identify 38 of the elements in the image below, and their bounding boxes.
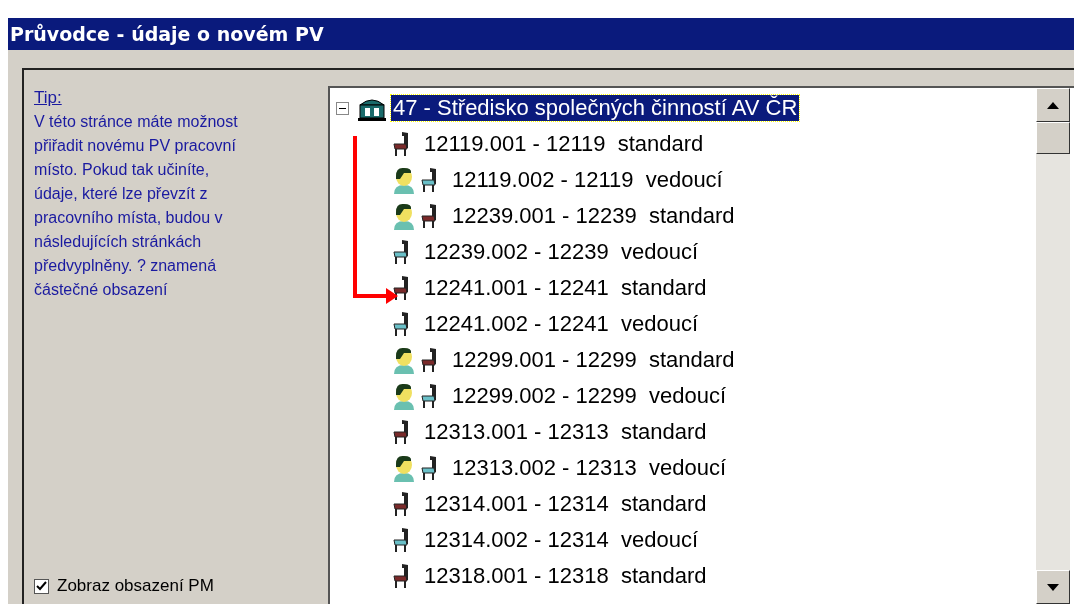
scroll-thumb[interactable] [1036,122,1070,154]
chair-icon [420,203,438,229]
tree-item[interactable]: 12119.001 - 12119 standard [422,131,706,157]
tree-item[interactable]: 12314.002 - 12314 vedoucí [422,527,700,553]
chair-icon [392,131,410,157]
chair-icon [392,491,410,517]
tip-text: V této stránce máte možnost přiřadit novému PV pracovní místo. Pokud tak učiníte, údaje, které lze převzít z pracovního místa, budou v následujících stránkách předvyplněny. ? znamená částečné obsazení [34,112,239,300]
chair-icon [420,347,438,373]
chair-icon [392,563,410,589]
tree-item[interactable]: 12299.001 - 12299 standard [450,347,737,373]
scroll-up-button[interactable] [1036,88,1070,122]
scroll-down-button[interactable] [1036,570,1070,604]
tree-item[interactable]: 12239.001 - 12239 standard [450,203,737,229]
chair-icon [392,419,410,445]
chair-icon [420,383,438,409]
tree-item[interactable]: 12313.001 - 12313 standard [422,419,709,445]
chair-icon [392,527,410,553]
tree-item[interactable]: 12314.001 - 12314 standard [422,491,709,517]
collapse-icon[interactable] [336,101,349,115]
chair-icon [392,311,410,337]
tree-item[interactable]: 47 - Středisko společných činností AV ČR [391,95,800,121]
tip-heading: Tip: [34,87,62,109]
tree-item[interactable]: 12313.002 - 12313 vedoucí [450,455,728,481]
chair-icon [420,455,438,481]
window-title: Průvodce - údaje o novém PV [8,18,1074,50]
tree-item[interactable]: 12239.002 - 12239 vedoucí [422,239,700,265]
checkbox-label: Zobraz obsazení PM [57,576,214,596]
checkbox[interactable] [34,578,49,594]
tree-item[interactable]: 12241.001 - 12241 standard [422,275,709,301]
tree-item[interactable]: 12299.002 - 12299 vedoucí [450,383,728,409]
tree-item[interactable]: 12318.001 - 12318 standard [422,563,709,589]
chair-icon [392,239,410,265]
up-arrow-icon [1047,101,1059,109]
chair-icon [420,167,438,193]
tree-item[interactable]: 12119.002 - 12119 vedoucí [450,167,725,193]
down-arrow-icon [1047,583,1059,591]
chair-icon [392,275,410,301]
tree-item[interactable]: 12241.002 - 12241 vedoucí [422,311,700,337]
